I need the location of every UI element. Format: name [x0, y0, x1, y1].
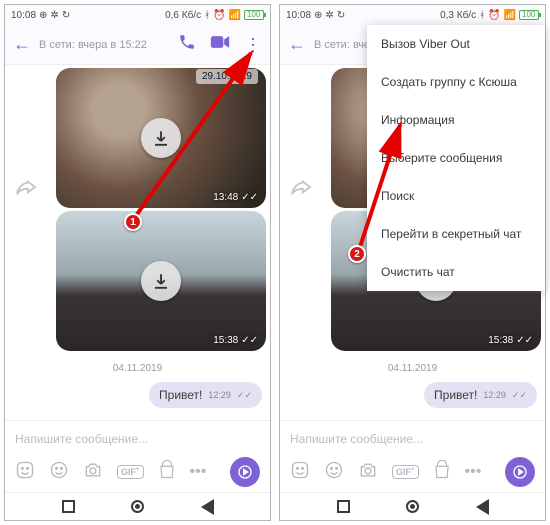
status-icon-refresh: ↻ [337, 10, 345, 21]
read-icon: ✓✓ [241, 335, 258, 346]
bubble-time: 12:29 [208, 390, 231, 400]
gif-icon[interactable]: GIF+ [392, 465, 419, 479]
status-time: 10:08 [286, 10, 311, 21]
nav-home[interactable] [131, 500, 144, 513]
battery-icon: 100 [244, 10, 264, 20]
battery-icon: 100 [519, 10, 539, 20]
android-navbar [280, 492, 545, 520]
message-input[interactable]: Напишите сообщение... [5, 420, 270, 456]
download-icon[interactable] [141, 118, 181, 158]
status-time: 10:08 [11, 10, 36, 21]
bubble-time: 12:29 [483, 390, 506, 400]
download-icon[interactable] [141, 261, 181, 301]
status-net: 0,3 Кб/с [440, 10, 476, 21]
menu-item-clear-chat[interactable]: Очистить чат [367, 253, 545, 291]
gif-icon[interactable]: GIF+ [117, 465, 144, 479]
read-icon: ✓✓ [516, 335, 533, 346]
menu-item-viber-out[interactable]: Вызов Viber Out [367, 25, 545, 63]
shop-icon[interactable] [433, 460, 451, 485]
nav-recent[interactable] [62, 500, 75, 513]
date-divider: 04.11.2019 [9, 363, 266, 374]
menu-item-info[interactable]: Информация [367, 101, 545, 139]
statusbar: 10:08 ⊕ ✲ ↻ 0,6 Кб/с ᚼ ⏰ 📶 100 [5, 5, 270, 25]
android-navbar [5, 492, 270, 520]
nav-back[interactable] [476, 499, 489, 515]
share-icon[interactable] [15, 178, 37, 201]
bluetooth-icon: ᚼ [204, 10, 210, 21]
phone-right: 10:08 ⊕ ✲ ↻ 0,3 Кб/с ᚼ ⏰ 📶 100 ← В сети:… [279, 4, 546, 521]
back-button[interactable]: ← [13, 34, 31, 55]
alarm-icon: ⏰ [213, 10, 225, 21]
read-icon: ✓✓ [512, 390, 527, 401]
emoji-icon[interactable] [324, 460, 344, 485]
call-icon[interactable] [178, 33, 196, 56]
camera-icon[interactable] [83, 460, 103, 485]
bubble-text: Привет! [434, 388, 477, 402]
send-button[interactable] [230, 457, 260, 487]
back-button[interactable]: ← [288, 34, 306, 55]
emoji-icon[interactable] [49, 460, 69, 485]
annotation-badge-1: 1 [124, 213, 142, 231]
chat-area: 29.10.2019 13:48✓✓ 15:38✓✓ 04.11.2019 Пр… [5, 65, 270, 420]
nav-back[interactable] [201, 499, 214, 515]
chat-header: ← В сети: вчера в 15:22 ⋮ [5, 25, 270, 65]
outgoing-bubble[interactable]: Привет! 12:29 ✓✓ [424, 382, 537, 408]
menu-item-select-msgs[interactable]: Выберите сообщения [367, 139, 545, 177]
bubble-text: Привет! [159, 388, 202, 402]
alarm-icon: ⏰ [488, 10, 500, 21]
date-stamp: 29.10.2019 [196, 69, 258, 84]
sticker-icon[interactable] [290, 460, 310, 485]
attachment-row: GIF+ ••• [280, 456, 545, 492]
shop-icon[interactable] [158, 460, 176, 485]
attachment-row: GIF+ ••• [5, 456, 270, 492]
statusbar: 10:08 ⊕ ✲ ↻ 0,3 Кб/с ᚼ ⏰ 📶 100 [280, 5, 545, 25]
status-icon-ring: ⊕ [39, 10, 47, 21]
phone-left: 10:08 ⊕ ✲ ↻ 0,6 Кб/с ᚼ ⏰ 📶 100 ← В сети:… [4, 4, 271, 521]
presence-text: В сети: вчера в 15:22 [39, 39, 170, 51]
image-message-1[interactable]: 13:48✓✓ [56, 68, 266, 208]
bluetooth-icon: ᚼ [479, 10, 485, 21]
send-button[interactable] [505, 457, 535, 487]
more-menu-icon[interactable]: ⋮ [244, 41, 262, 49]
read-icon: ✓✓ [241, 192, 258, 203]
signal-icon: 📶 [504, 10, 516, 21]
read-icon: ✓✓ [237, 390, 252, 401]
signal-icon: 📶 [229, 10, 241, 21]
status-icon-gear: ✲ [325, 10, 333, 21]
overflow-menu: Вызов Viber Out Создать группу с Ксюша И… [367, 25, 545, 291]
menu-item-create-group[interactable]: Создать группу с Ксюша [367, 63, 545, 101]
status-net: 0,6 Кб/с [165, 10, 201, 21]
menu-item-search[interactable]: Поиск [367, 177, 545, 215]
video-icon[interactable] [210, 35, 230, 54]
image-message-2[interactable]: 15:38✓✓ [56, 211, 266, 351]
sticker-icon[interactable] [15, 460, 35, 485]
outgoing-bubble[interactable]: Привет! 12:29 ✓✓ [149, 382, 262, 408]
menu-item-secret-chat[interactable]: Перейти в секретный чат [367, 215, 545, 253]
more-icon[interactable]: ••• [190, 463, 207, 481]
message-time: 15:38✓✓ [213, 335, 258, 346]
more-icon[interactable]: ••• [465, 463, 482, 481]
status-icon-ring: ⊕ [314, 10, 322, 21]
camera-icon[interactable] [358, 460, 378, 485]
message-time: 15:38✓✓ [488, 335, 533, 346]
status-icon-gear: ✲ [50, 10, 58, 21]
nav-home[interactable] [406, 500, 419, 513]
annotation-badge-2: 2 [348, 245, 366, 263]
message-input[interactable]: Напишите сообщение... [280, 420, 545, 456]
message-time: 13:48✓✓ [213, 192, 258, 203]
nav-recent[interactable] [337, 500, 350, 513]
status-icon-refresh: ↻ [62, 10, 70, 21]
share-icon[interactable] [290, 178, 312, 201]
date-divider: 04.11.2019 [284, 363, 541, 374]
